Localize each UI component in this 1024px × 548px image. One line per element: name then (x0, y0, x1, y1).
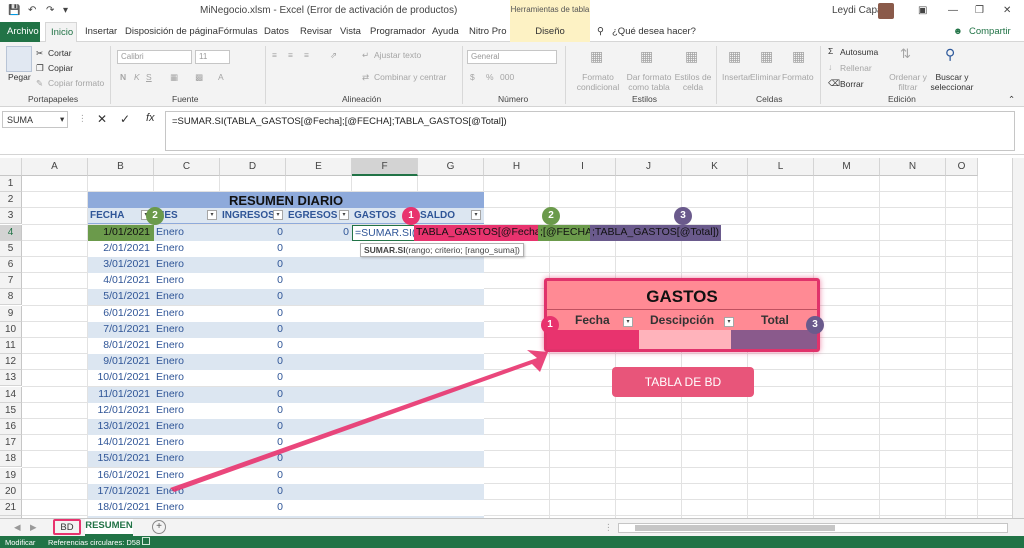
callout-col-descripcion (639, 330, 731, 349)
callout-col-fecha (547, 330, 639, 349)
callout-table: GASTOS Fecha ▾ Descipción ▾ Total (544, 278, 820, 352)
filter-dropdown-icon: ▾ (724, 317, 734, 327)
more-icon: ⋮ (604, 522, 613, 532)
badge-3: 3 (806, 316, 824, 334)
filter-dropdown-icon: ▾ (623, 317, 633, 327)
callout-col-total (731, 330, 817, 349)
callout-arrow (170, 350, 548, 492)
horizontal-scrollbar[interactable] (618, 523, 1008, 533)
sheet-tab-bd[interactable]: BD (53, 519, 81, 535)
callout-header-total: Total (761, 313, 789, 327)
divider (547, 309, 817, 310)
scrollbar-thumb[interactable] (635, 525, 835, 531)
callout-title: GASTOS (646, 287, 718, 306)
callout-label: TABLA DE BD (612, 367, 754, 397)
callout-header-fecha: Fecha (575, 313, 610, 327)
sheet-tabs-bar: ◀ ▶ BD RESUMEN + ⋮ (0, 518, 1024, 536)
status-bar: Modificar Referencias circulares: D58 (0, 536, 1024, 548)
scroll-left-icon[interactable]: ◀ (14, 522, 21, 533)
macro-record-icon[interactable] (142, 537, 150, 545)
sheet-tab-resumen[interactable]: RESUMEN (85, 519, 133, 536)
status-mode: Modificar (5, 538, 36, 547)
add-sheet-icon[interactable]: + (152, 520, 166, 534)
status-circular-references: Referencias circulares: D58 (48, 538, 141, 547)
callout-header-descripcion: Descipción (650, 313, 715, 327)
annotation-overlay (170, 350, 548, 492)
scroll-right-icon[interactable]: ▶ (30, 522, 37, 533)
badge-1: 1 (541, 316, 559, 334)
